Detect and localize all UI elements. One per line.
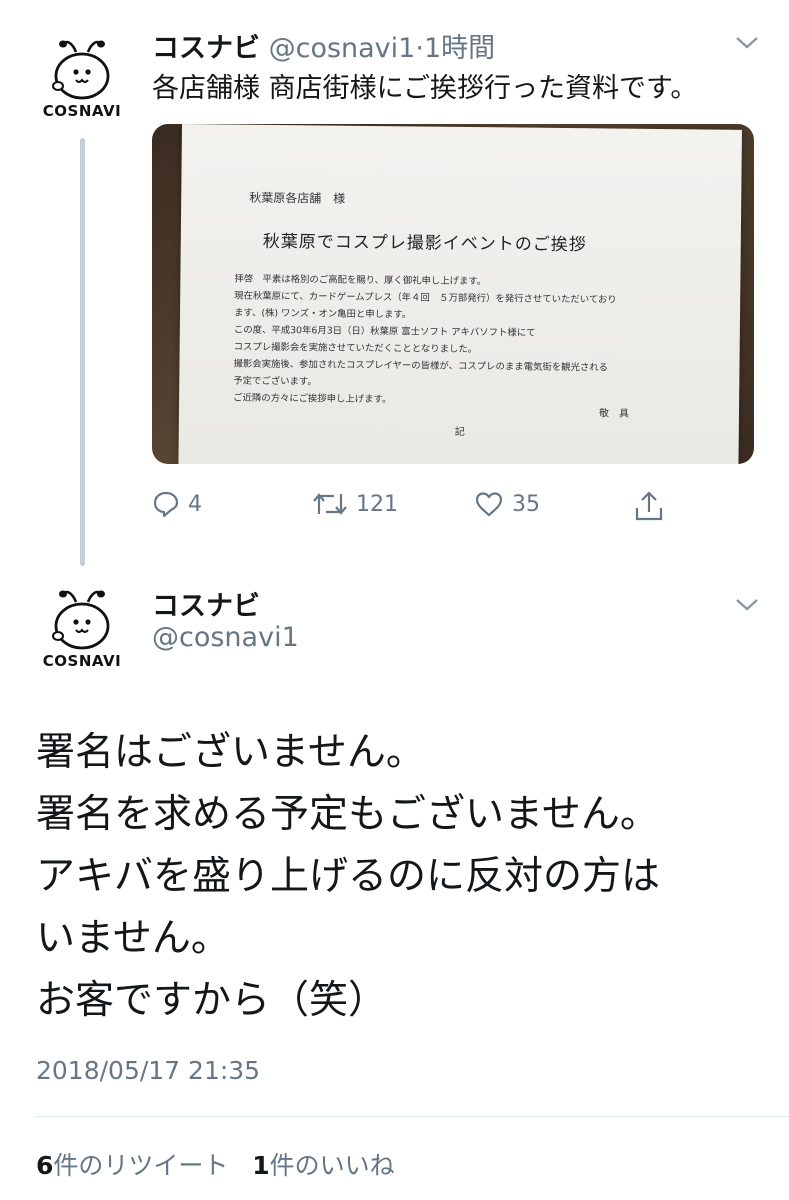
retweet-icon [313, 493, 347, 515]
like-count: 35 [512, 491, 540, 517]
share-icon [635, 491, 663, 521]
avatar[interactable]: COSNAVI [40, 38, 124, 122]
tweet-time[interactable]: 1時間 [424, 33, 495, 64]
author-handle[interactable]: @cosnavi1 [152, 622, 299, 653]
tweet-timestamp[interactable]: 2018/05/17 21:35 [36, 1056, 260, 1085]
retweets-stat[interactable]: 6件のリツイート [36, 1151, 228, 1180]
document-addressee: 秋葉原各店舗 様 [249, 190, 346, 206]
tweet-line: いません。 [36, 916, 230, 961]
tweet-text: 各店舗様 商店街様にご挨拶行った資料です。 [152, 73, 698, 104]
likes-stat[interactable]: 1件のいいね [252, 1151, 394, 1180]
tweet-header: コスナビ @cosnavi1·1時間 [152, 26, 495, 65]
reply-count: 4 [188, 491, 202, 517]
tweet-line: 署名を求める予定もございません。 [36, 792, 659, 837]
share-button[interactable] [634, 490, 664, 522]
cosnavi-logo-icon [52, 590, 110, 650]
cosnavi-logo-icon [52, 40, 110, 100]
like-count: 1 [252, 1151, 270, 1180]
tweet-stats: 6件のリツイート 1件のいいね [36, 1146, 395, 1182]
retweet-count: 6 [36, 1151, 54, 1180]
tweet-text: 署名はございません。 署名を求める予定もございません。 アキバを盛り上げるのに反… [36, 722, 660, 1032]
heart-icon [475, 492, 503, 517]
avatar[interactable]: COSNAVI [40, 588, 124, 672]
tweet-line: お客ですから（笑） [36, 978, 388, 1023]
retweet-count: 121 [356, 491, 398, 517]
reply-icon [153, 491, 179, 518]
like-button[interactable]: 35 [474, 490, 540, 518]
reply-button[interactable]: 4 [152, 490, 202, 518]
retweet-button[interactable]: 121 [312, 490, 398, 518]
author-name[interactable]: コスナビ [152, 584, 260, 623]
document-title: 秋葉原でコスプレ撮影イベントのご挨拶 [262, 231, 587, 256]
avatar-label: COSNAVI [42, 652, 122, 670]
divider [36, 1116, 789, 1117]
document-ki: 記 [454, 426, 465, 438]
author-handle[interactable]: @cosnavi1 [269, 33, 416, 64]
avatar-label: COSNAVI [42, 102, 122, 120]
like-label: 件のいいね [269, 1151, 395, 1180]
thread-line [80, 138, 85, 566]
document-line: ご近隣の方々にご挨拶申し上げます。 [233, 392, 392, 406]
tweet-line: 署名はございません。 [36, 730, 425, 775]
document-closing: 敬 具 [598, 408, 630, 420]
tweet-photo[interactable]: 秋葉原各店舗 様 秋葉原でコスプレ撮影イベントのご挨拶 拝啓 平素は格別のご高配… [152, 124, 754, 464]
author-name[interactable]: コスナビ [152, 33, 260, 64]
chevron-down-icon[interactable] [735, 36, 759, 50]
retweet-label: 件のリツイート [53, 1151, 229, 1180]
separator: · [415, 33, 424, 64]
tweet-line: アキバを盛り上げるのに反対の方は [36, 854, 661, 899]
chevron-down-icon[interactable] [735, 598, 759, 612]
document-body: 拝啓 平素は格別のご高配を賜り、厚く御礼申し上げます。 現在秋葉原にて、カードゲ… [233, 271, 704, 412]
document-paper: 秋葉原各店舗 様 秋葉原でコスプレ撮影イベントのご挨拶 拝啓 平素は格別のご高配… [178, 124, 742, 464]
